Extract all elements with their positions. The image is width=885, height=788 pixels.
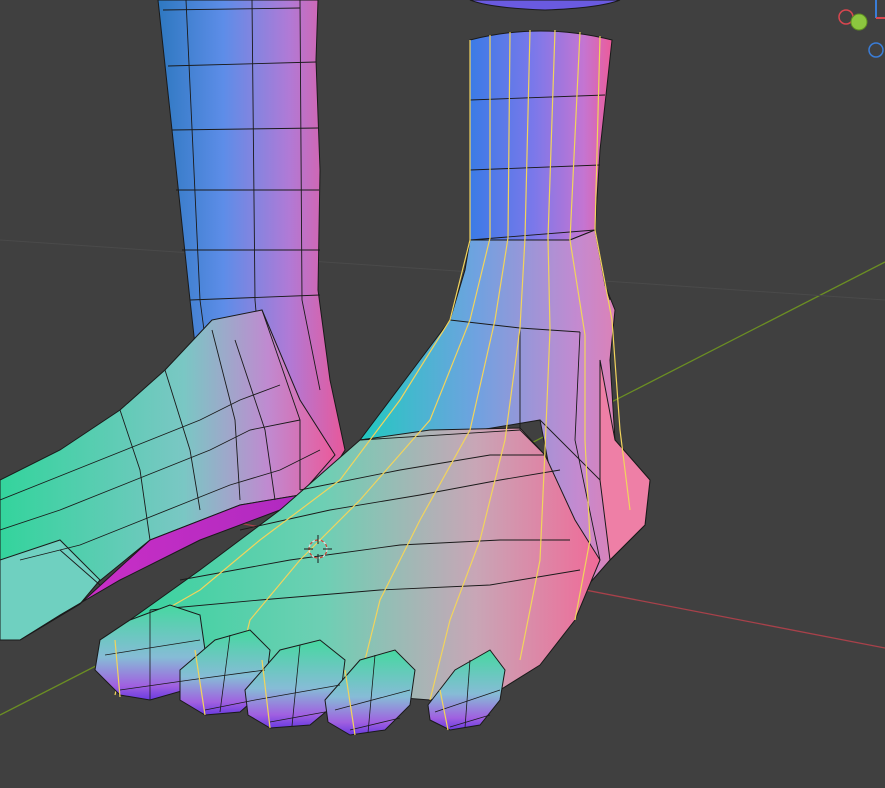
3d-viewport[interactable] <box>0 0 885 788</box>
navigation-gizmo[interactable] <box>838 0 885 58</box>
gizmo-y-icon[interactable] <box>850 13 868 31</box>
grid-line <box>0 239 885 301</box>
upper-mesh-edge[interactable] <box>469 0 621 11</box>
viewport-scene[interactable] <box>0 0 885 788</box>
gizmo-neg-z-icon[interactable] <box>868 42 884 58</box>
